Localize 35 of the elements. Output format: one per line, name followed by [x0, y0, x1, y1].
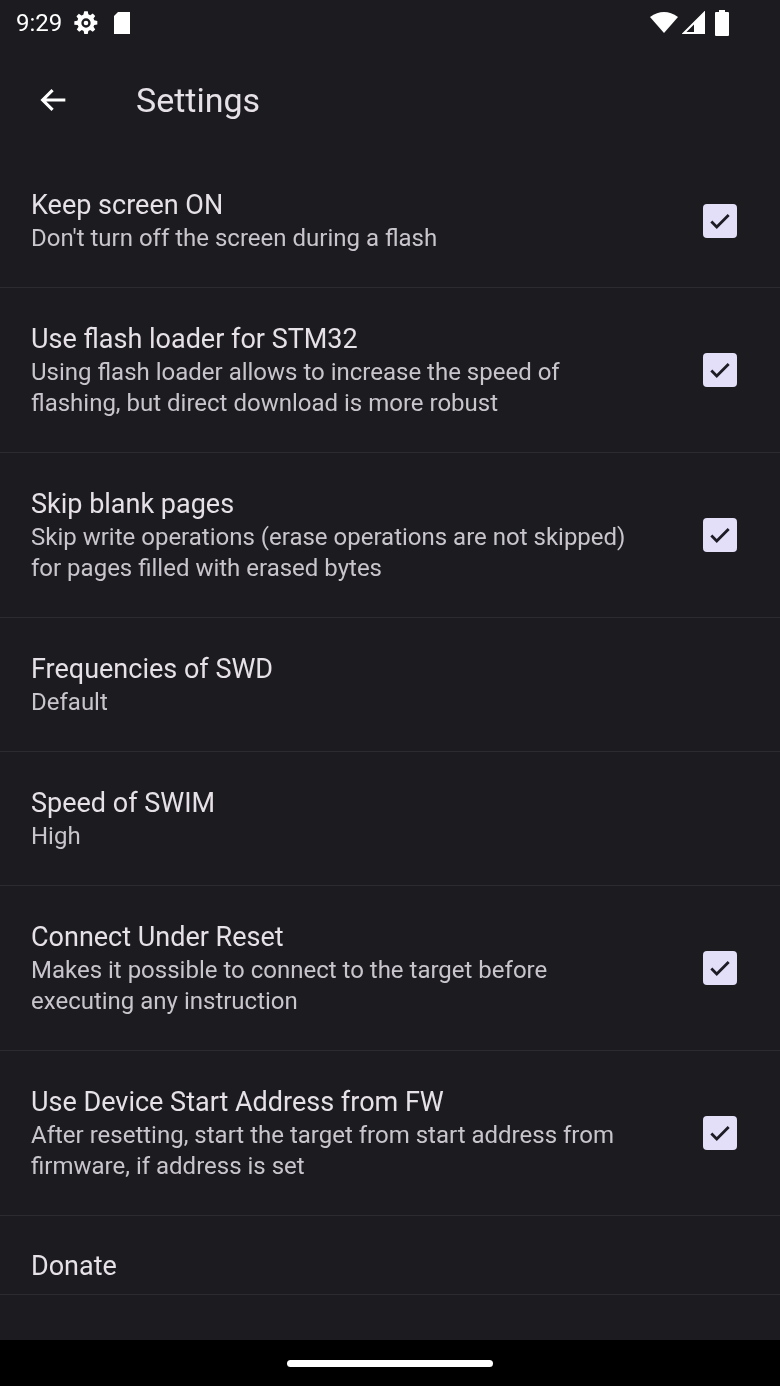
setting-title: Frequencies of SWD [31, 652, 275, 687]
checkbox[interactable] [703, 1116, 737, 1150]
setting-title: Connect Under Reset [31, 920, 285, 955]
checkbox[interactable] [703, 951, 737, 985]
setting-summary: High [31, 821, 82, 852]
setting-row[interactable]: Frequencies of SWD Default [0, 618, 780, 752]
signal-icon [682, 11, 706, 35]
battery-icon [714, 10, 730, 36]
setting-summary: Using flash loader allows to increase the speed of flashing, but direct download is more robust [31, 357, 561, 419]
setting-row[interactable]: Speed of SWIM High [0, 752, 780, 886]
wifi-icon [650, 11, 678, 35]
setting-row[interactable]: Use Device Start Address from FW After resetting, start the target from start address from firmware, if address is set [0, 1051, 780, 1216]
setting-row[interactable]: Connect Under Reset Makes it possible to connect to the target before executing any instruction [0, 886, 780, 1051]
setting-title: Donate [31, 1249, 118, 1284]
setting-title: Use Device Start Address from FW [31, 1085, 445, 1120]
setting-title: Skip blank pages [31, 487, 236, 522]
home-indicator[interactable] [287, 1359, 493, 1367]
setting-row[interactable]: Donate [0, 1216, 780, 1295]
setting-title: Use flash loader for STM32 [31, 322, 359, 357]
status-time: 9:29 [16, 8, 63, 39]
checkbox[interactable] [703, 353, 737, 387]
setting-summary: After resetting, start the target from start address from firmware, if address is set [31, 1120, 615, 1182]
checkbox[interactable] [703, 518, 737, 552]
page-title: Settings [136, 78, 261, 122]
setting-summary: Default [31, 687, 109, 718]
setting-row[interactable]: Skip blank pages Skip write operations (erase operations are not skipped) for pages filled with erased bytes [0, 453, 780, 618]
sd-card-icon [112, 11, 133, 35]
setting-summary: Skip write operations (erase operations are not skipped) for pages filled with erased bytes [31, 522, 627, 584]
setting-row[interactable]: Use flash loader for STM32 Using flash loader allows to increase the speed of flashing, but direct download is more robust [0, 288, 780, 453]
setting-summary: Makes it possible to connect to the target before executing any instruction [31, 955, 549, 1017]
setting-row[interactable]: Keep screen ON Don't turn off the screen during a flash [0, 154, 780, 288]
checkbox[interactable] [703, 203, 737, 238]
setting-summary: Don't turn off the screen during a flash [31, 223, 439, 254]
setting-title: Keep screen ON [31, 188, 225, 223]
setting-title: Speed of SWIM [31, 786, 217, 821]
